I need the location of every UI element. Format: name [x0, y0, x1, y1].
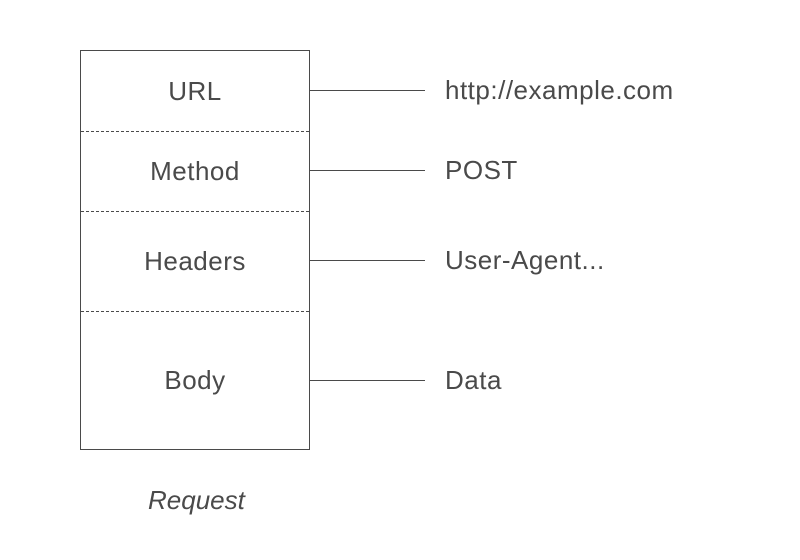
row-body-label: Body [81, 311, 309, 449]
label-headers: Headers [144, 246, 246, 277]
value-body: Data [445, 365, 502, 396]
connector-url [310, 90, 425, 91]
label-method: Method [150, 156, 240, 187]
http-request-diagram: URL Method Headers Body http://example.c… [0, 0, 800, 560]
label-url: URL [168, 76, 222, 107]
diagram-caption: Request [148, 485, 245, 516]
value-url: http://example.com [445, 75, 674, 106]
row-url-label: URL [81, 51, 309, 131]
row-headers-label: Headers [81, 211, 309, 311]
request-box: URL Method Headers Body [80, 50, 310, 450]
connector-body [310, 380, 425, 381]
value-headers: User-Agent... [445, 245, 605, 276]
label-body: Body [164, 365, 225, 396]
connector-headers [310, 260, 425, 261]
row-method-label: Method [81, 131, 309, 211]
value-method: POST [445, 155, 518, 186]
connector-method [310, 170, 425, 171]
